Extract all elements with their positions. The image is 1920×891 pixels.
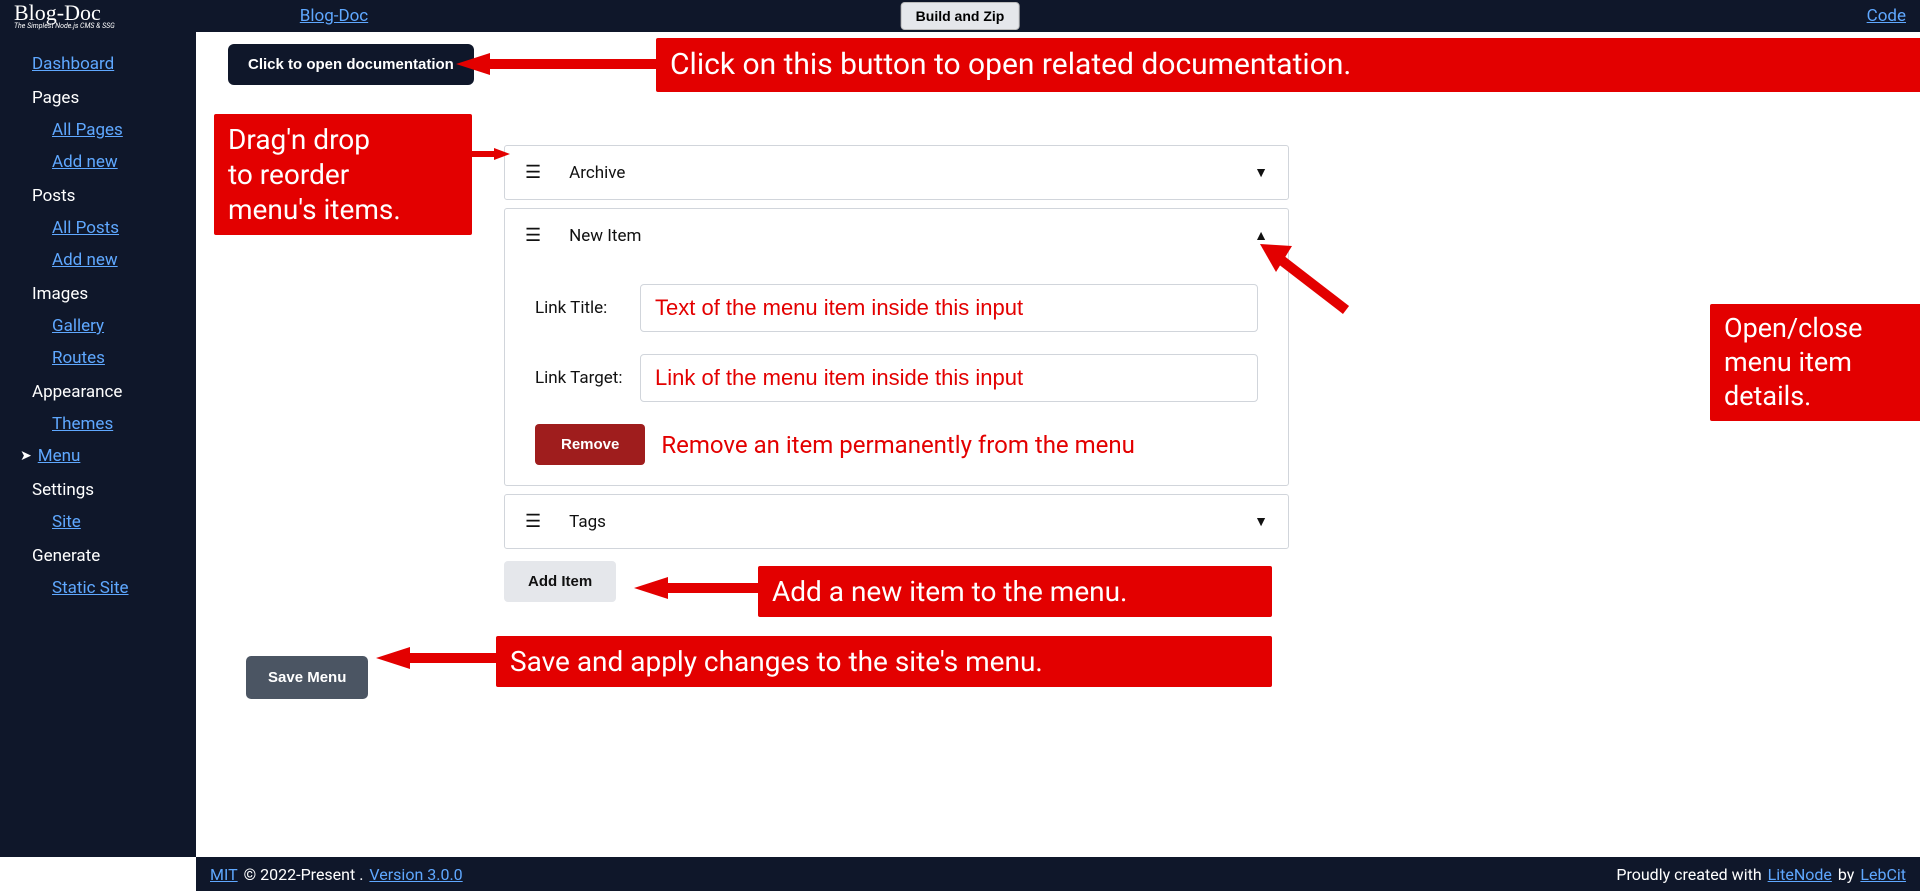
sidebar-section-appearance: Appearance xyxy=(0,374,196,408)
arrow-icon xyxy=(456,50,656,80)
sidebar-item-themes[interactable]: Themes xyxy=(0,408,196,440)
collapse-toggle-icon[interactable]: ▼ xyxy=(1254,513,1268,530)
menu-item-title: New Item xyxy=(569,226,1254,246)
menu-item-title: Tags xyxy=(569,512,1254,532)
brand-tagline: The Simplest Node.js CMS & SSG xyxy=(14,22,115,30)
menu-item-title: Archive xyxy=(569,163,1254,183)
sidebar-item-add-post[interactable]: Add new xyxy=(0,244,196,276)
sidebar-item-static-site[interactable]: Static Site xyxy=(0,572,196,604)
callout-open-close: Open/close menu item details. xyxy=(1710,304,1920,421)
add-item-button[interactable]: Add Item xyxy=(504,561,616,602)
sidebar-section-pages: Pages xyxy=(0,80,196,114)
breadcrumb-link[interactable]: Blog-Doc xyxy=(300,6,368,26)
footer-mit-link[interactable]: MIT xyxy=(210,865,238,884)
sidebar-item-add-page[interactable]: Add new xyxy=(0,146,196,178)
sidebar-section-settings: Settings xyxy=(0,472,196,506)
footer-version-link[interactable]: Version 3.0.0 xyxy=(369,865,462,884)
callout-save-menu: Save and apply changes to the site's men… xyxy=(496,636,1272,687)
menu-item-card: ☰ Tags ▼ xyxy=(504,494,1289,549)
arrow-icon xyxy=(1256,240,1356,320)
remove-item-button[interactable]: Remove xyxy=(535,424,645,465)
link-target-label: Link Target: xyxy=(535,368,640,388)
code-link[interactable]: Code xyxy=(1867,6,1906,26)
sidebar-item-routes[interactable]: Routes xyxy=(0,342,196,374)
topbar: Blog-Doc The Simplest Node.js CMS & SSG … xyxy=(0,0,1920,32)
sidebar-item-all-posts[interactable]: All Posts xyxy=(0,212,196,244)
sidebar-section-posts: Posts xyxy=(0,178,196,212)
build-and-zip-button[interactable]: Build and Zip xyxy=(901,2,1020,30)
sidebar-section-generate: Generate xyxy=(0,538,196,572)
arrow-icon xyxy=(634,574,760,602)
footer-by: by xyxy=(1838,865,1854,884)
sidebar-item-menu[interactable]: Menu xyxy=(38,446,81,466)
arrow-icon xyxy=(472,144,510,164)
sidebar-footer-logo: Blog-Doc xyxy=(12,865,99,887)
brand-logo: Blog-Doc The Simplest Node.js CMS & SSG xyxy=(14,2,115,30)
callout-doc-button: Click on this button to open related doc… xyxy=(656,38,1920,92)
sidebar-item-dashboard[interactable]: Dashboard xyxy=(0,48,196,80)
drag-handle-icon[interactable]: ☰ xyxy=(525,162,541,183)
callout-remove-note: Remove an item permanently from the menu xyxy=(661,431,1135,459)
link-title-input[interactable] xyxy=(640,284,1258,332)
footer-litenode-link[interactable]: LiteNode xyxy=(1768,865,1832,884)
menu-item-card: ☰ New Item ▲ Link Title: Link Target: Re… xyxy=(504,208,1289,486)
link-target-input[interactable] xyxy=(640,354,1258,402)
drag-handle-icon[interactable]: ☰ xyxy=(525,511,541,532)
menu-items-list: ☰ Archive ▼ ☰ New Item ▲ Link Title: Lin… xyxy=(504,145,1289,602)
main-content: Click to open documentation Click on thi… xyxy=(196,32,1920,857)
arrow-icon xyxy=(376,644,498,672)
sidebar-item-gallery[interactable]: Gallery xyxy=(0,310,196,342)
footer-lebcit-link[interactable]: LebCit xyxy=(1860,865,1906,884)
brand-name: Blog-Doc xyxy=(14,2,115,24)
save-menu-button[interactable]: Save Menu xyxy=(246,656,368,699)
sidebar-item-all-pages[interactable]: All Pages xyxy=(0,114,196,146)
sidebar-item-site[interactable]: Site xyxy=(0,506,196,538)
collapse-toggle-icon[interactable]: ▼ xyxy=(1254,164,1268,181)
open-documentation-button[interactable]: Click to open documentation xyxy=(228,44,474,85)
menu-item-card: ☰ Archive ▼ xyxy=(504,145,1289,200)
active-arrow-icon: ➤ xyxy=(20,448,32,464)
brand-name-footer: Blog-Doc xyxy=(12,865,99,887)
sidebar: Dashboard Pages All Pages Add new Posts … xyxy=(0,32,196,857)
sidebar-section-images: Images xyxy=(0,276,196,310)
footer-proudly: Proudly created with xyxy=(1616,865,1761,884)
footer-copyright: © 2022-Present . xyxy=(244,865,364,884)
drag-handle-icon[interactable]: ☰ xyxy=(525,225,541,246)
link-title-label: Link Title: xyxy=(535,298,640,318)
callout-add-item: Add a new item to the menu. xyxy=(758,566,1272,617)
footer: MIT © 2022-Present . Version 3.0.0 Proud… xyxy=(196,857,1920,891)
menu-item-body: Link Title: Link Target: Remove Remove a… xyxy=(505,284,1288,485)
callout-drag-drop: Drag'n drop to reorder menu's items. xyxy=(214,114,472,235)
